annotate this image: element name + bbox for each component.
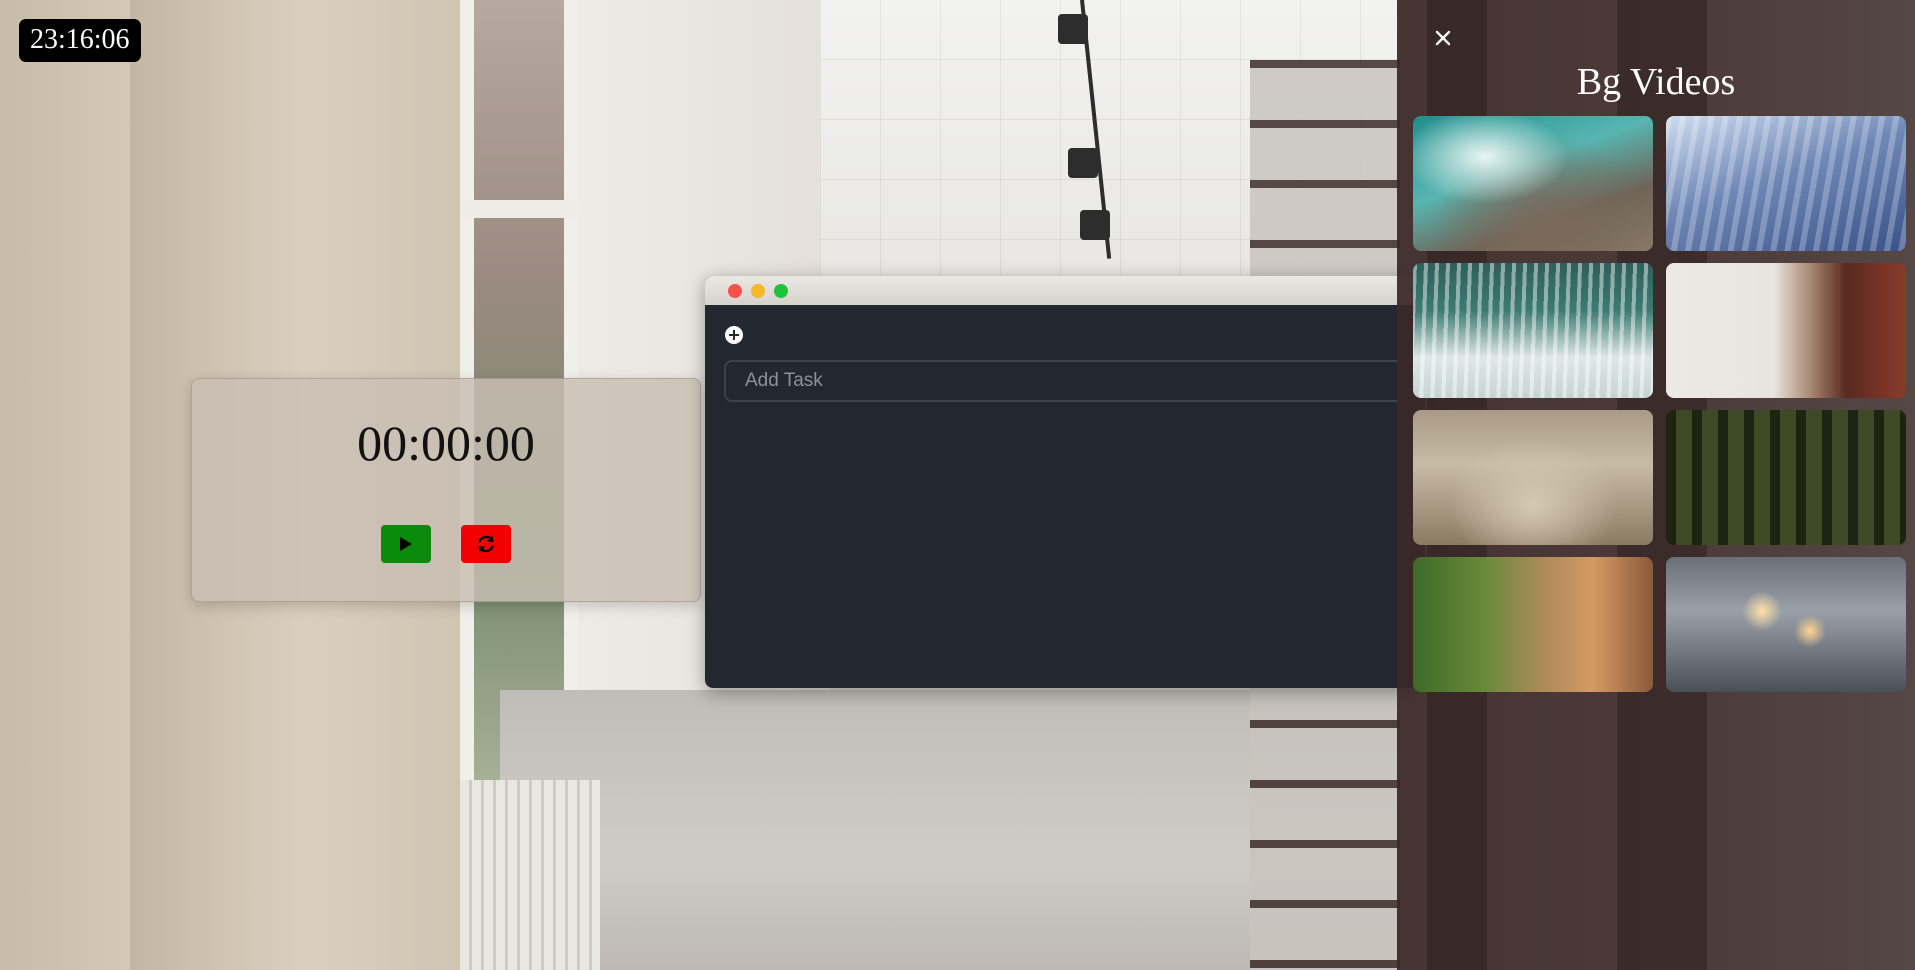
video-thumb-hanging-lights[interactable] (1666, 557, 1906, 692)
stopwatch-display: 00:00:00 (357, 415, 535, 471)
video-thumb-ocean-waves[interactable] (1413, 116, 1653, 251)
close-icon (1435, 30, 1451, 46)
window-minimize-dot[interactable] (751, 284, 765, 298)
close-panel-button[interactable] (1431, 26, 1455, 50)
bg-window-mullion (460, 200, 578, 218)
bg-radiator (460, 780, 600, 970)
panel-title: Bg Videos (1576, 61, 1736, 103)
video-thumb-snowy-forest[interactable] (1666, 116, 1906, 251)
add-task-input[interactable] (724, 360, 1425, 402)
bg-lamp (1080, 210, 1110, 240)
video-thumb-forest[interactable] (1666, 410, 1906, 545)
video-thumb-cathedral[interactable] (1413, 410, 1653, 545)
window-titlebar (705, 276, 1425, 305)
bg-videos-panel: Bg Videos (1397, 0, 1915, 970)
start-button[interactable] (381, 525, 431, 563)
stopwatch-widget: 00:00:00 (191, 378, 701, 602)
bg-lamp (1068, 148, 1098, 178)
todo-window (705, 276, 1425, 688)
video-thumbnail-grid (1413, 116, 1906, 692)
play-icon (400, 537, 412, 551)
video-thumb-waterfall[interactable] (1413, 263, 1653, 398)
reset-button[interactable] (461, 525, 511, 563)
refresh-icon (478, 535, 494, 553)
plus-circle-icon (729, 330, 739, 340)
window-close-dot[interactable] (728, 284, 742, 298)
current-time-clock: 23:16:06 (19, 19, 141, 62)
add-task-button[interactable] (725, 326, 743, 344)
bg-lamp (1058, 14, 1088, 44)
video-thumb-cobblestone-street[interactable] (1413, 557, 1653, 692)
video-thumb-library-hallway[interactable] (1666, 263, 1906, 398)
window-maximize-dot[interactable] (774, 284, 788, 298)
